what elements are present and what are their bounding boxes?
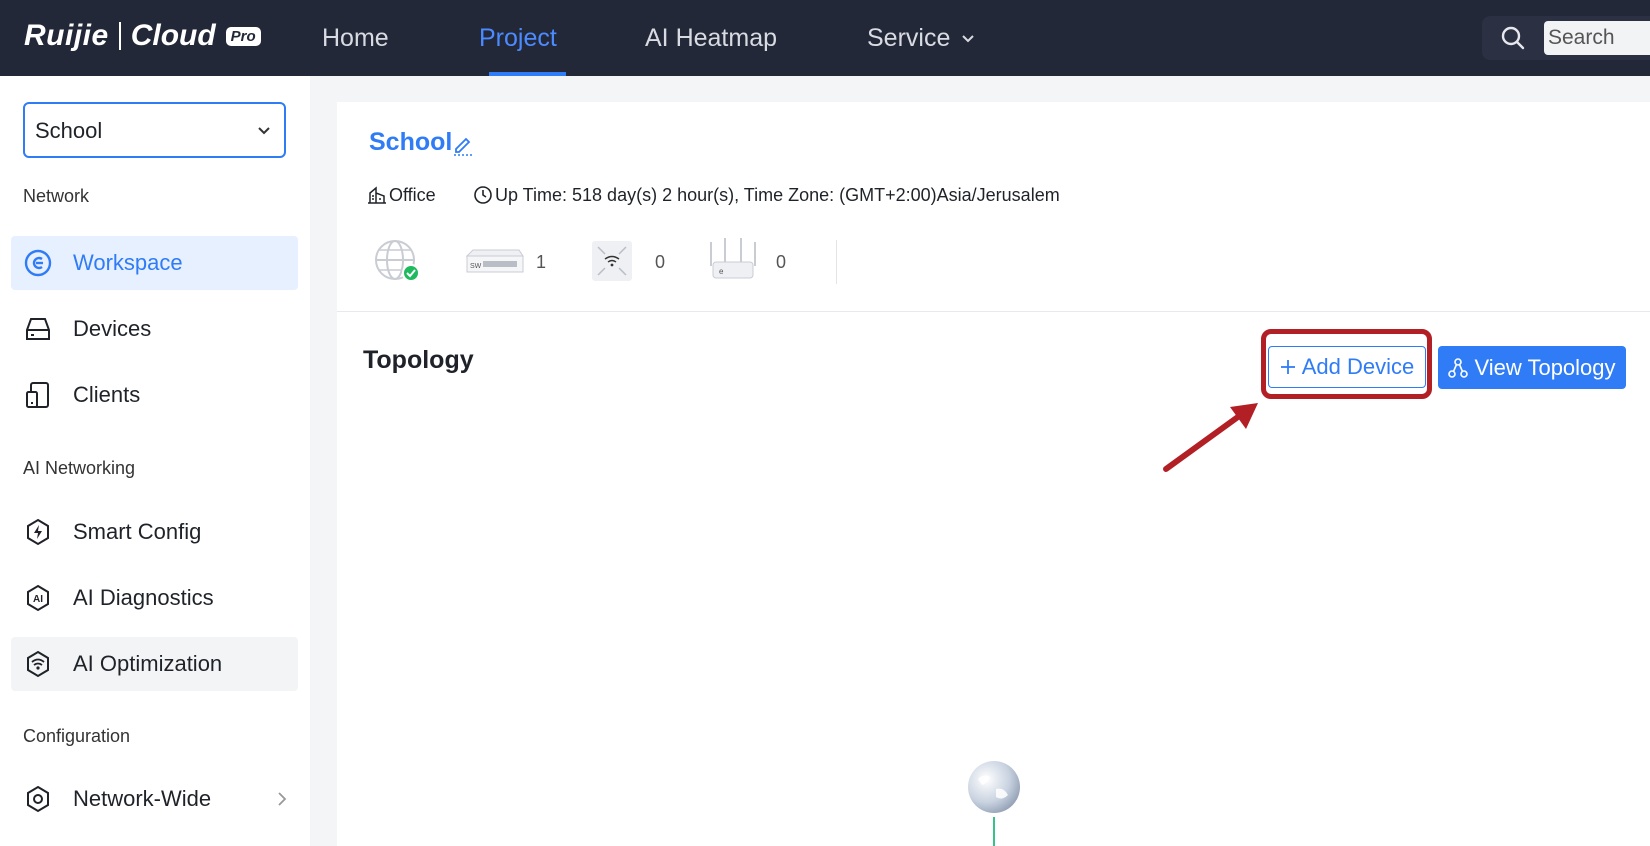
scenario-label: Office: [389, 184, 436, 205]
nav-project[interactable]: Project: [479, 20, 557, 56]
router-count: 0: [776, 252, 787, 272]
nav-home[interactable]: Home: [322, 20, 389, 56]
nav-service[interactable]: Service: [867, 20, 976, 56]
add-device-button[interactable]: Add Device: [1268, 346, 1426, 388]
sidebar-item-devices[interactable]: Devices: [11, 302, 298, 356]
building-icon: [368, 186, 386, 204]
search-input[interactable]: [1544, 21, 1650, 55]
chevron-down-icon: [962, 35, 975, 43]
router-icon: e: [710, 238, 756, 279]
sidebar-item-label: Clients: [73, 382, 141, 407]
sidebar-item-label: AI Optimization: [73, 651, 223, 676]
add-device-label: Add Device: [1301, 354, 1415, 379]
brand-logo[interactable]: Ruijie Cloud Pro: [24, 16, 261, 56]
sidebar-item-label: Devices: [73, 316, 152, 341]
sidebar-item-smart-config[interactable]: Smart Config: [11, 505, 298, 559]
plus-icon: [1280, 360, 1295, 374]
svg-text:SW: SW: [470, 263, 482, 270]
section-divider: [337, 311, 1650, 312]
switch-count: 1: [536, 252, 547, 272]
stats-divider: [836, 240, 837, 284]
section-label-ai-networking: AI Networking: [23, 458, 136, 478]
section-label-network: Network: [23, 186, 90, 206]
clients-icon: [26, 382, 49, 408]
devices-icon: [26, 318, 50, 340]
sidebar-item-workspace[interactable]: Workspace: [11, 236, 298, 290]
workspace-icon: [24, 249, 52, 277]
section-label-configuration: Configuration: [23, 726, 131, 746]
sidebar-item-ai-diagnostics[interactable]: AI AI Diagnostics: [11, 571, 298, 625]
switch-icon: SW: [465, 249, 524, 273]
gateway-globe-icon: [375, 240, 420, 282]
scenario-info: Office: [367, 182, 436, 208]
project-selector[interactable]: School: [23, 102, 286, 158]
brand-name: Ruijie: [24, 19, 109, 52]
project-selector-value: School: [35, 118, 103, 143]
topology-icon: [1448, 357, 1469, 378]
sidebar-item-network-wide[interactable]: Network-Wide: [11, 772, 298, 826]
sidebar-item-label: AI Diagnostics: [73, 585, 214, 610]
edit-icon[interactable]: [452, 132, 474, 156]
product-name: Cloud: [130, 19, 216, 52]
nav-service-label: Service: [867, 24, 951, 52]
access-point-count: 0: [655, 252, 666, 272]
sidebar-item-clients[interactable]: Clients: [11, 368, 298, 422]
sidebar-item-ai-optimization[interactable]: AI Optimization: [11, 637, 298, 691]
sidebar-item-label: Workspace: [73, 250, 183, 275]
ai-optimization-icon: [27, 650, 49, 678]
active-nav-indicator: [489, 72, 566, 76]
ai-diagnostics-icon: AI: [27, 584, 49, 612]
pro-badge: Pro: [225, 26, 261, 46]
topology-title: Topology: [363, 346, 474, 374]
svg-text:e: e: [719, 267, 724, 276]
clock-icon: [474, 186, 492, 204]
site-title: School: [369, 128, 453, 156]
chevron-right-icon: [278, 792, 287, 806]
sidebar-item-label: Smart Config: [73, 519, 202, 544]
logo-separator: [118, 22, 121, 50]
sidebar-item-label: Network-Wide: [73, 786, 212, 811]
uptime-info: Up Time: 518 day(s) 2 hour(s), Time Zone…: [473, 182, 1060, 208]
view-topology-label: View Topology: [1474, 354, 1616, 380]
smart-config-icon: [27, 518, 49, 546]
access-point-icon: [592, 241, 632, 281]
nav-ai-heatmap[interactable]: AI Heatmap: [645, 20, 777, 56]
topology-link: [993, 817, 995, 846]
site-overview-card: [337, 102, 1650, 846]
chevron-down-icon: [258, 127, 270, 135]
gear-icon: [27, 785, 49, 813]
uptime-text: Up Time: 518 day(s) 2 hour(s), Time Zone…: [495, 184, 1060, 205]
svg-text:AI: AI: [33, 594, 43, 605]
view-topology-button[interactable]: View Topology: [1438, 346, 1626, 389]
search-icon[interactable]: [1500, 25, 1526, 51]
internet-globe-icon[interactable]: [966, 759, 1022, 815]
